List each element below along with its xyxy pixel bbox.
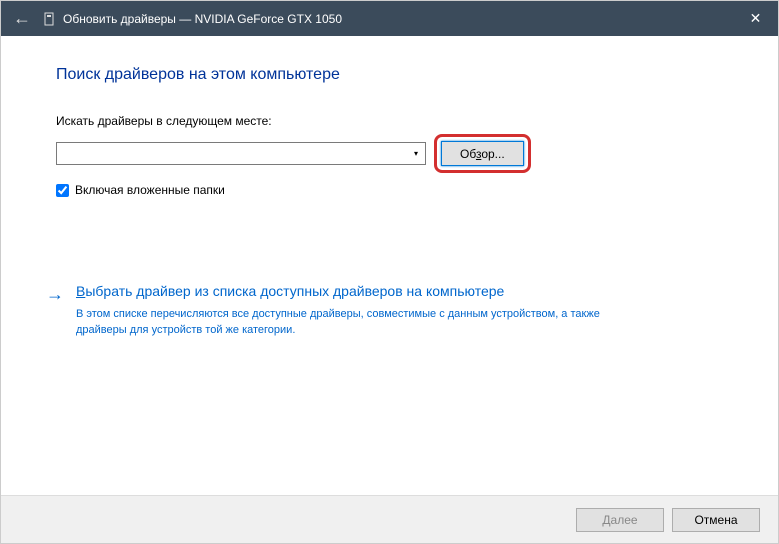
search-location-label: Искать драйверы в следующем месте: [56, 114, 723, 128]
pick-from-list-title[interactable]: Выбрать драйвер из списка доступных драй… [76, 282, 616, 302]
include-subfolders-label: Включая вложенные папки [75, 183, 225, 197]
cancel-button[interactable]: Отмена [672, 508, 760, 532]
path-combobox[interactable]: ▾ [56, 142, 426, 165]
close-button[interactable]: ✕ [733, 1, 778, 36]
content-area: Поиск драйверов на этом компьютере Искат… [1, 36, 778, 339]
path-input[interactable] [56, 142, 426, 165]
browse-button-label: Обзор... [460, 147, 505, 161]
titlebar: ← Обновить драйверы — NVIDIA GeForce GTX… [1, 1, 778, 36]
browse-button[interactable]: Обзор... [441, 141, 524, 166]
page-heading: Поиск драйверов на этом компьютере [56, 66, 723, 84]
chevron-down-icon[interactable]: ▾ [407, 143, 425, 164]
path-input-row: ▾ Обзор... [56, 134, 723, 173]
arrow-right-icon: → [46, 284, 64, 305]
next-button: Далее [576, 508, 664, 532]
back-arrow-icon[interactable]: ← [13, 8, 31, 29]
window-title: Обновить драйверы — NVIDIA GeForce GTX 1… [63, 12, 342, 26]
include-subfolders-row[interactable]: Включая вложенные папки [56, 183, 723, 197]
device-icon [43, 12, 55, 26]
pick-from-list-option[interactable]: → Выбрать драйвер из списка доступных др… [56, 282, 616, 339]
highlight-annotation: Обзор... [434, 134, 531, 173]
include-subfolders-checkbox[interactable] [56, 184, 69, 197]
footer: Далее Отмена [1, 495, 778, 543]
pick-from-list-description: В этом списке перечисляются все доступны… [76, 306, 616, 339]
